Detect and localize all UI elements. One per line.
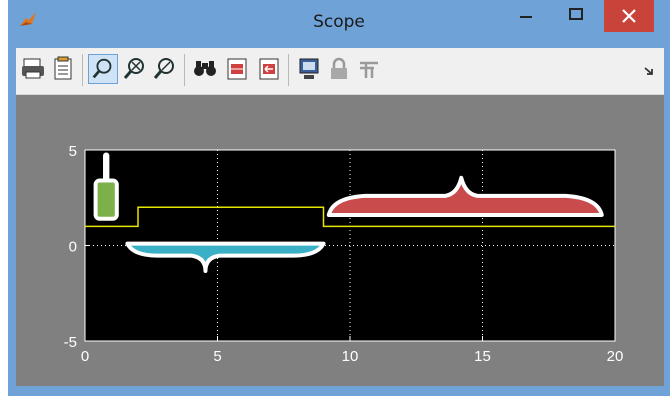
close-icon [622,9,636,23]
title-bar[interactable]: Scope [8,0,670,48]
minimize-icon [520,16,532,18]
floating-scope-icon[interactable] [294,54,324,84]
toolbar-separator [288,54,289,86]
restore-axes-icon[interactable] [254,54,284,84]
y-tick-label: 0 [69,239,77,256]
zoom-y-icon[interactable] [150,54,180,84]
close-button[interactable] [604,0,654,32]
lock-icon[interactable] [324,54,354,84]
window-bottom-border [8,386,670,396]
green-brush-marker [93,178,119,221]
maximize-icon [569,8,583,20]
scope-plot: 0 5 10 15 2050-5 [64,143,624,365]
zoom-icon[interactable] [88,54,118,84]
maximize-button[interactable] [552,0,600,32]
x-tick-label: 5 [213,348,221,365]
x-tick-label: 10 [342,348,359,365]
toolbar-separator [184,54,185,86]
signal-selection-icon[interactable] [354,54,384,84]
autoscale-icon[interactable] [190,54,220,84]
toolbar-separator [82,54,83,86]
x-tick-label: 0 [81,348,89,365]
y-tick-label: -5 [64,334,77,351]
save-axes-icon[interactable] [222,54,252,84]
toolbar-overflow-icon[interactable] [642,64,656,78]
parameters-icon[interactable] [48,54,78,84]
toolbar [16,48,664,95]
y-tick-label: 5 [69,143,77,160]
zoom-x-icon[interactable] [120,54,150,84]
green-brush-handle [103,152,110,183]
print-icon[interactable] [18,54,48,84]
x-tick-label: 20 [607,348,624,365]
x-tick-label: 15 [474,348,491,365]
minimize-button[interactable] [502,0,550,32]
